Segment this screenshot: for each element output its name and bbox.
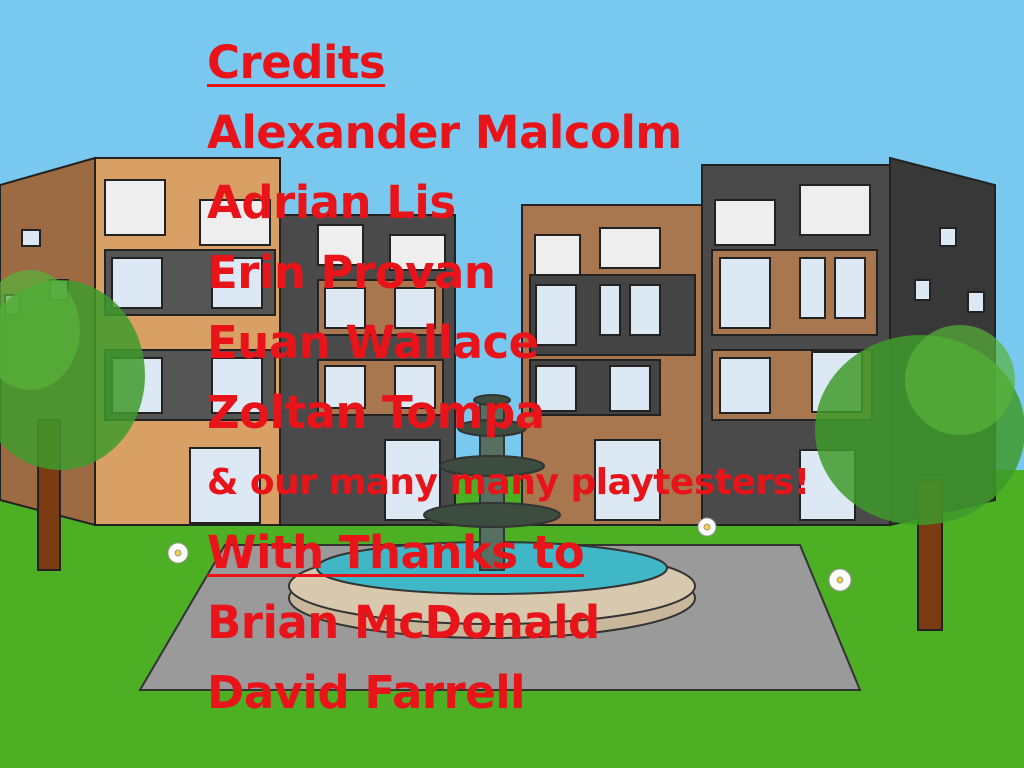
- thanks-name: Brian McDonald: [207, 596, 600, 649]
- thanks-name: David Farrell: [207, 666, 526, 719]
- credits-panel: Credits Alexander Malcolm Adrian Lis Eri…: [207, 28, 1007, 728]
- credit-name: Euan Wallace: [207, 316, 539, 369]
- credit-name: Zoltan Tompa: [207, 386, 545, 439]
- credit-name: Alexander Malcolm: [207, 106, 682, 159]
- credit-name: Adrian Lis: [207, 176, 456, 229]
- credit-name: Erin Provan: [207, 246, 496, 299]
- credit-playtesters: & our many many playtesters!: [207, 462, 810, 503]
- credits-title: Credits: [207, 36, 386, 89]
- thanks-title: With Thanks to: [207, 526, 585, 579]
